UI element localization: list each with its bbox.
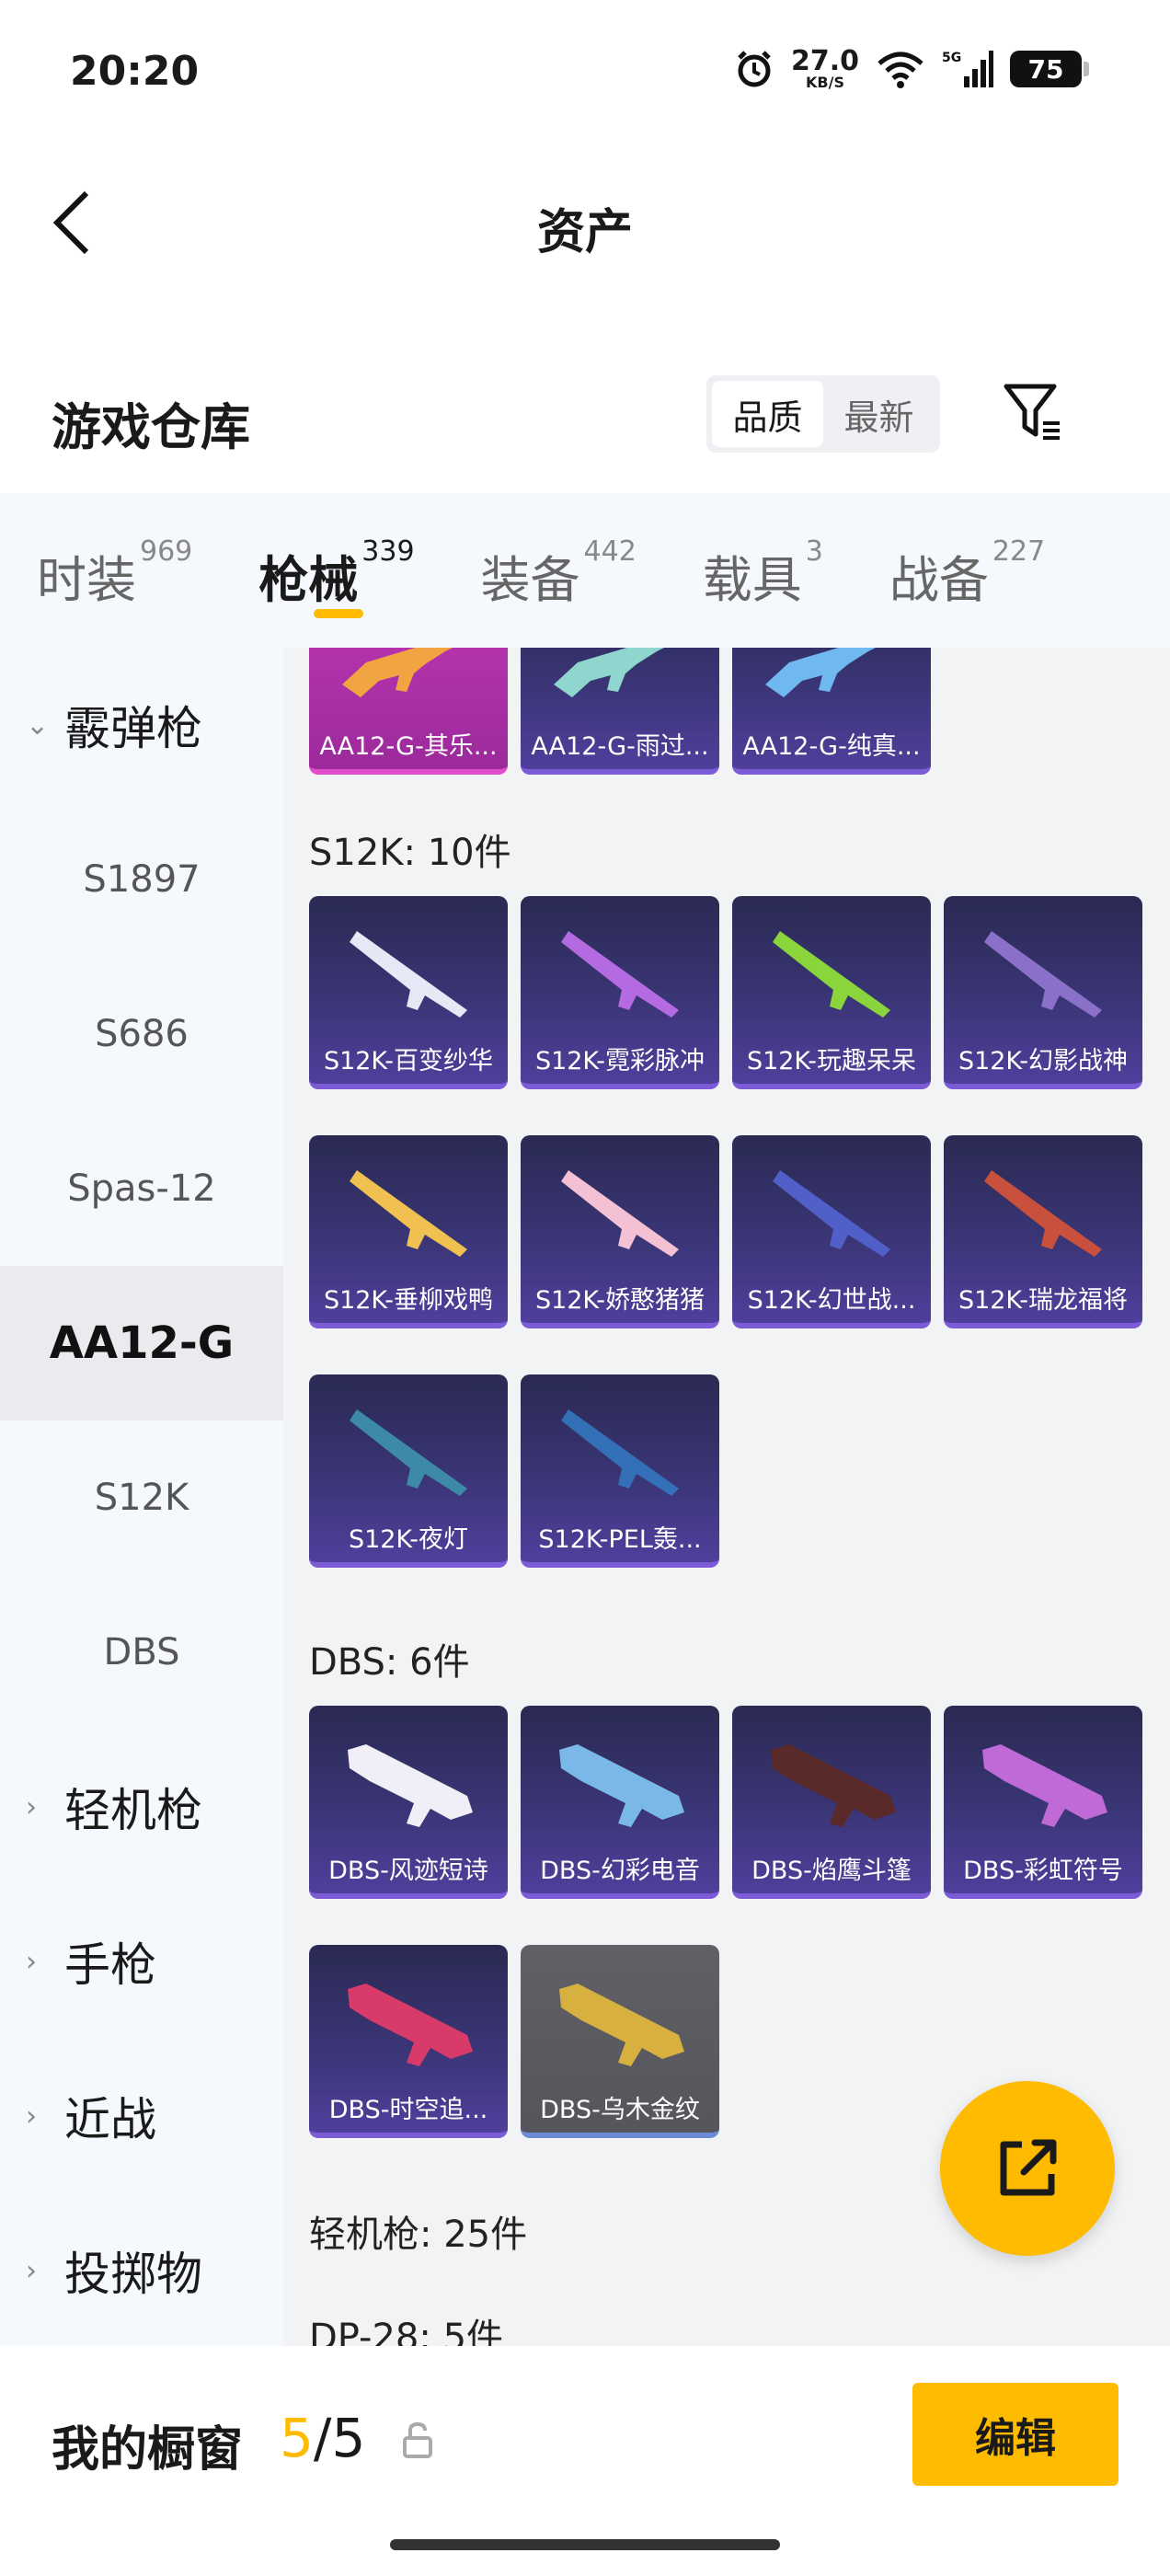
skin-card[interactable]: AA12-G-雨过... bbox=[521, 648, 719, 775]
skin-card[interactable]: DBS-时空追... bbox=[309, 1945, 508, 2138]
sidebar-item-aa12g[interactable]: AA12-G bbox=[0, 1266, 283, 1420]
share-button[interactable] bbox=[940, 2081, 1115, 2256]
gun-icon bbox=[773, 1170, 890, 1257]
gun-icon bbox=[348, 1744, 473, 1827]
section-title-s12k: S12K: 10件 bbox=[309, 832, 511, 874]
gun-icon bbox=[342, 648, 453, 697]
gun-icon bbox=[350, 1170, 467, 1257]
tab-equipment[interactable]: 装备 442 bbox=[481, 493, 637, 648]
signal-icon: 5G bbox=[942, 49, 993, 89]
home-indicator[interactable] bbox=[390, 2539, 780, 2550]
showcase-title: 我的橱窗 bbox=[52, 2422, 244, 2478]
tab-supplies[interactable]: 战备 227 bbox=[889, 493, 1045, 648]
gun-icon bbox=[559, 1744, 684, 1827]
gun-icon bbox=[773, 931, 890, 1018]
share-icon bbox=[1000, 2139, 1057, 2196]
filter-button[interactable] bbox=[999, 377, 1069, 447]
skin-card[interactable]: S12K-幻影战神 bbox=[944, 896, 1142, 1089]
status-time: 20:20 bbox=[70, 48, 200, 95]
alarm-icon bbox=[734, 49, 774, 89]
skin-card[interactable]: S12K-PEL轰... bbox=[521, 1374, 719, 1568]
tab-fashion[interactable]: 时装 969 bbox=[37, 493, 192, 648]
skin-card[interactable]: DBS-幻彩电音 bbox=[521, 1706, 719, 1899]
skin-card[interactable]: AA12-G-其乐... bbox=[309, 648, 508, 775]
gun-icon bbox=[984, 931, 1102, 1018]
svg-text:5G: 5G bbox=[942, 51, 961, 65]
sidebar-item-shotgun[interactable]: ⌄ 霰弹枪 bbox=[0, 648, 283, 802]
active-tab-indicator bbox=[314, 609, 364, 618]
gun-icon bbox=[561, 1409, 679, 1496]
skin-card[interactable]: S12K-百变纱华 bbox=[309, 896, 508, 1089]
gun-icon bbox=[984, 1170, 1102, 1257]
gun-icon bbox=[561, 931, 679, 1018]
tab-vehicles[interactable]: 载具 3 bbox=[703, 493, 823, 648]
showcase-count: 5/5 bbox=[280, 2407, 366, 2469]
category-tabs: 时装 969 枪械 339 装备 442 载具 3 战备 227 bbox=[0, 493, 1170, 648]
sidebar-item-s1897[interactable]: S1897 bbox=[0, 802, 283, 957]
sidebar-item-throwables[interactable]: › 投掷物 bbox=[0, 2193, 283, 2348]
gun-icon bbox=[765, 648, 876, 697]
sort-quality-button[interactable]: 品质 bbox=[712, 381, 823, 447]
page-title: 资产 bbox=[536, 205, 633, 260]
tab-firearms[interactable]: 枪械 339 bbox=[258, 493, 415, 648]
skin-card[interactable]: S12K-玩趣呆呆 bbox=[732, 896, 931, 1089]
skin-card[interactable]: DBS-风迹短诗 bbox=[309, 1706, 508, 1899]
skin-card[interactable]: AA12-G-纯真... bbox=[732, 648, 931, 775]
gun-icon bbox=[554, 648, 664, 697]
skin-card[interactable]: S12K-瑞龙福将 bbox=[944, 1135, 1142, 1328]
edit-button[interactable]: 编辑 bbox=[912, 2383, 1118, 2486]
sidebar-item-dbs[interactable]: DBS bbox=[0, 1575, 283, 1730]
showcase-bar: 我的橱窗 5/5 编辑 bbox=[0, 2346, 1170, 2576]
skin-card[interactable]: DBS-乌木金纹 bbox=[521, 1945, 719, 2138]
weapon-sidebar: ⌄ 霰弹枪 S1897 S686 Spas-12 AA12-G S12K DBS … bbox=[0, 648, 283, 2346]
section-title-lmg: 轻机枪: 25件 bbox=[309, 2214, 528, 2256]
gun-icon bbox=[350, 931, 467, 1018]
sidebar-item-lmg[interactable]: › 轻机枪 bbox=[0, 1730, 283, 1884]
battery-icon: 75 bbox=[1010, 51, 1089, 87]
status-icons: 27.0 KB/S 5G 75 bbox=[734, 45, 1089, 91]
skin-card[interactable]: S12K-垂柳戏鸭 bbox=[309, 1135, 508, 1328]
sort-newest-button[interactable]: 最新 bbox=[823, 381, 935, 447]
chevron-down-icon: ⌄ bbox=[26, 708, 50, 742]
status-bar: 20:20 27.0 KB/S 5G 75 bbox=[0, 0, 1170, 147]
warehouse-title: 游戏仓库 bbox=[52, 398, 250, 456]
chevron-right-icon: › bbox=[26, 2099, 37, 2133]
skin-card[interactable]: DBS-彩虹符号 bbox=[944, 1706, 1142, 1899]
lock-icon bbox=[403, 2421, 432, 2458]
gun-icon bbox=[561, 1170, 679, 1257]
gun-icon bbox=[771, 1744, 896, 1827]
skin-card[interactable]: DBS-焰鹰斗篷 bbox=[732, 1706, 931, 1899]
sidebar-item-pistol[interactable]: › 手枪 bbox=[0, 1884, 283, 2039]
network-speed: 27.0 KB/S bbox=[790, 45, 859, 91]
gun-icon bbox=[559, 1984, 684, 2066]
skin-card[interactable]: S12K-夜灯 bbox=[309, 1374, 508, 1568]
sidebar-item-s12k[interactable]: S12K bbox=[0, 1420, 283, 1575]
sidebar-item-melee[interactable]: › 近战 bbox=[0, 2039, 283, 2193]
skin-card[interactable]: S12K-娇憨猪猪 bbox=[521, 1135, 719, 1328]
gun-icon bbox=[982, 1744, 1107, 1827]
section-title-dp28: DP-28: 5件 bbox=[309, 2317, 504, 2346]
chevron-right-icon: › bbox=[26, 2254, 37, 2287]
skin-card[interactable]: S12K-霓彩脉冲 bbox=[521, 896, 719, 1089]
gun-icon bbox=[350, 1409, 467, 1496]
chevron-right-icon: › bbox=[26, 1790, 37, 1823]
section-title-dbs: DBS: 6件 bbox=[309, 1641, 470, 1684]
sidebar-item-spas12[interactable]: Spas-12 bbox=[0, 1111, 283, 1266]
app-header: 资产 bbox=[0, 166, 1170, 276]
warehouse-header: 游戏仓库 品质 最新 bbox=[0, 368, 1170, 478]
skin-card[interactable]: S12K-幻世战... bbox=[732, 1135, 931, 1328]
gun-icon bbox=[348, 1984, 473, 2066]
filter-icon bbox=[1004, 384, 1060, 440]
sidebar-item-s686[interactable]: S686 bbox=[0, 957, 283, 1111]
wifi-icon bbox=[876, 49, 925, 89]
chevron-right-icon: › bbox=[26, 1945, 37, 1978]
sort-toggle: 品质 最新 bbox=[706, 375, 940, 453]
